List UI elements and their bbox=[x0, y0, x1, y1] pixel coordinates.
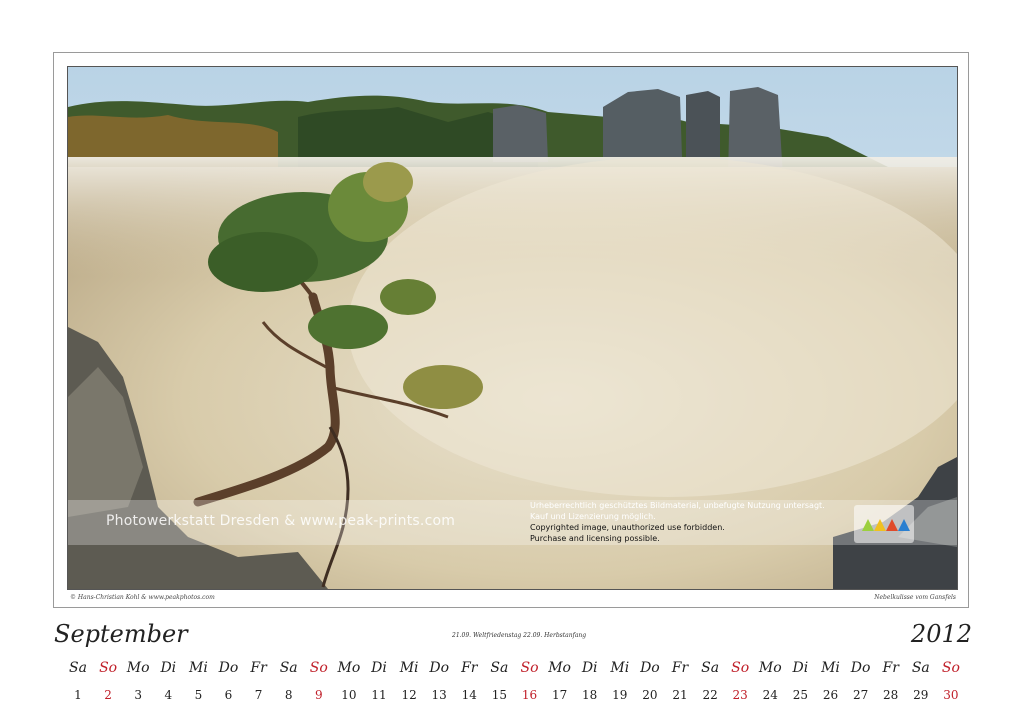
weekday-label: Di bbox=[792, 660, 809, 676]
peak-prints-logo-icon bbox=[854, 505, 914, 543]
weekday-label: Fr bbox=[250, 660, 267, 676]
day-number: 12 bbox=[401, 688, 417, 702]
weekday-label: So bbox=[941, 660, 960, 676]
day-number: 10 bbox=[341, 688, 357, 702]
day-number: 20 bbox=[642, 688, 658, 702]
day-number: 21 bbox=[672, 688, 688, 702]
day-number: 9 bbox=[314, 688, 323, 702]
day-number: 16 bbox=[521, 688, 538, 702]
notice-en-line-1: Copyrighted image, unauthorized use forb… bbox=[530, 523, 725, 532]
day-number: 29 bbox=[913, 688, 929, 702]
weekday-label: Do bbox=[640, 660, 660, 676]
day-number: 17 bbox=[551, 688, 568, 702]
day-number: 6 bbox=[224, 688, 233, 702]
weekday-label: So bbox=[731, 660, 750, 676]
notice-de-line-1: Urheberrechtlich geschütztes Bildmateria… bbox=[530, 501, 825, 510]
weekday-label: Fr bbox=[671, 660, 689, 676]
weekday-label: Mi bbox=[188, 660, 208, 676]
day-number: 7 bbox=[254, 688, 263, 702]
day-number: 23 bbox=[732, 688, 748, 702]
day-number: 14 bbox=[461, 688, 477, 702]
watermark-text: Photowerkstatt Dresden & www.peak-prints… bbox=[106, 513, 456, 529]
weekday-label: Mo bbox=[548, 660, 571, 676]
day-number: 27 bbox=[852, 688, 869, 702]
weekday-label: Mo bbox=[126, 660, 150, 676]
day-number: 5 bbox=[194, 688, 203, 702]
weekday-label: Do bbox=[850, 660, 871, 676]
weekday-label: Sa bbox=[69, 660, 87, 676]
copyright-notice: Urheberrechtlich geschütztes Bildmateria… bbox=[530, 500, 830, 544]
weekday-label: Mo bbox=[758, 660, 782, 676]
weekday-label: Mi bbox=[610, 660, 630, 676]
day-number: 28 bbox=[883, 688, 899, 702]
weekday-label: Fr bbox=[461, 660, 478, 676]
notice-en-line-2: Purchase and licensing possible. bbox=[530, 534, 660, 543]
day-number: 11 bbox=[371, 688, 387, 702]
notice-de-line-2: Kauf und Lizenzierung möglich. bbox=[530, 512, 656, 521]
weekday-label: Sa bbox=[490, 660, 509, 676]
landscape-photo: Photowerkstatt Dresden & www.peak-prints… bbox=[67, 66, 958, 590]
day-number: 24 bbox=[762, 688, 778, 702]
day-number: 25 bbox=[792, 688, 809, 702]
weekday-label: Fr bbox=[882, 660, 899, 676]
weekday-label: So bbox=[99, 660, 118, 676]
day-number: 3 bbox=[134, 688, 142, 702]
photo-title: Nebelkulisse vom Gansfels bbox=[874, 594, 956, 601]
weekday-label: Di bbox=[160, 660, 177, 676]
weekday-label: Di bbox=[371, 660, 387, 676]
month-title: September bbox=[54, 620, 188, 648]
weekday-label: Mi bbox=[399, 660, 419, 676]
weekday-label: Mi bbox=[821, 660, 840, 676]
day-number: 1 bbox=[74, 688, 82, 702]
day-number: 26 bbox=[822, 688, 839, 702]
day-number: 13 bbox=[431, 688, 447, 702]
day-number: 22 bbox=[702, 688, 718, 702]
weekday-label: So bbox=[309, 660, 328, 676]
day-number: 19 bbox=[612, 688, 628, 702]
day-number: 18 bbox=[582, 688, 598, 702]
weekday-label: Do bbox=[218, 660, 239, 676]
weekday-label: Do bbox=[429, 660, 450, 676]
day-number: 4 bbox=[164, 688, 173, 702]
weekday-label: So bbox=[520, 660, 539, 676]
day-number: 2 bbox=[104, 688, 112, 702]
holiday-notes: 21.09. Weltfriedenstag 22.09. Herbstanfa… bbox=[452, 632, 587, 639]
weekday-label: Sa bbox=[279, 660, 298, 676]
photo-credit: © Hans-Christian Kohl & www.peakphotos.c… bbox=[70, 594, 215, 601]
day-number: 30 bbox=[943, 688, 959, 702]
weekday-label: Sa bbox=[911, 660, 930, 676]
weekday-label: Mo bbox=[337, 660, 361, 676]
weekday-label: Sa bbox=[701, 660, 720, 676]
weekday-label: Di bbox=[581, 660, 598, 676]
day-number: 15 bbox=[491, 688, 508, 702]
day-number: 8 bbox=[284, 688, 293, 702]
year-title: 2012 bbox=[910, 620, 972, 648]
